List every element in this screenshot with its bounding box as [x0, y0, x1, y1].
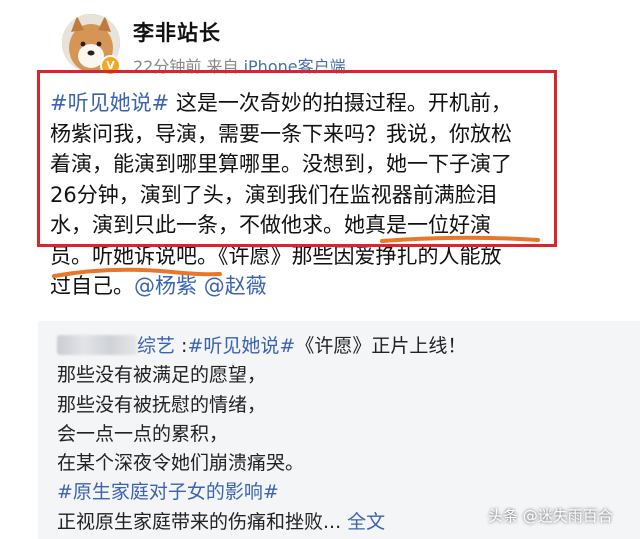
full-text-link[interactable]: 全文 — [347, 511, 385, 533]
repost-line: 那些没有被抚慰的情绪， — [57, 393, 267, 416]
repost-line: 那些没有被满足的愿望， — [57, 364, 267, 387]
hashtag-link[interactable]: #听见她说# — [187, 335, 295, 357]
author-name[interactable]: 李非站长 — [133, 17, 221, 47]
repost-line: 综艺 :#听见她说#《许愿》正片上线！ — [57, 332, 617, 361]
repost-line: 在某个深夜令她们崩溃痛哭。 — [57, 452, 305, 475]
repost-author[interactable]: 综艺 — [137, 335, 175, 357]
hashtag-link[interactable]: #原生家庭对子女的影响# — [57, 481, 279, 503]
blurred-username — [57, 335, 137, 355]
underline-annotation — [52, 267, 222, 278]
repost-line: #原生家庭对子女的影响# — [57, 478, 617, 507]
underline-annotation — [380, 235, 540, 243]
highlight-box — [37, 70, 557, 247]
repost-line: 会一点一点的累积， — [57, 422, 229, 445]
watermark: 头条 @迷失雨百合 — [488, 507, 613, 525]
